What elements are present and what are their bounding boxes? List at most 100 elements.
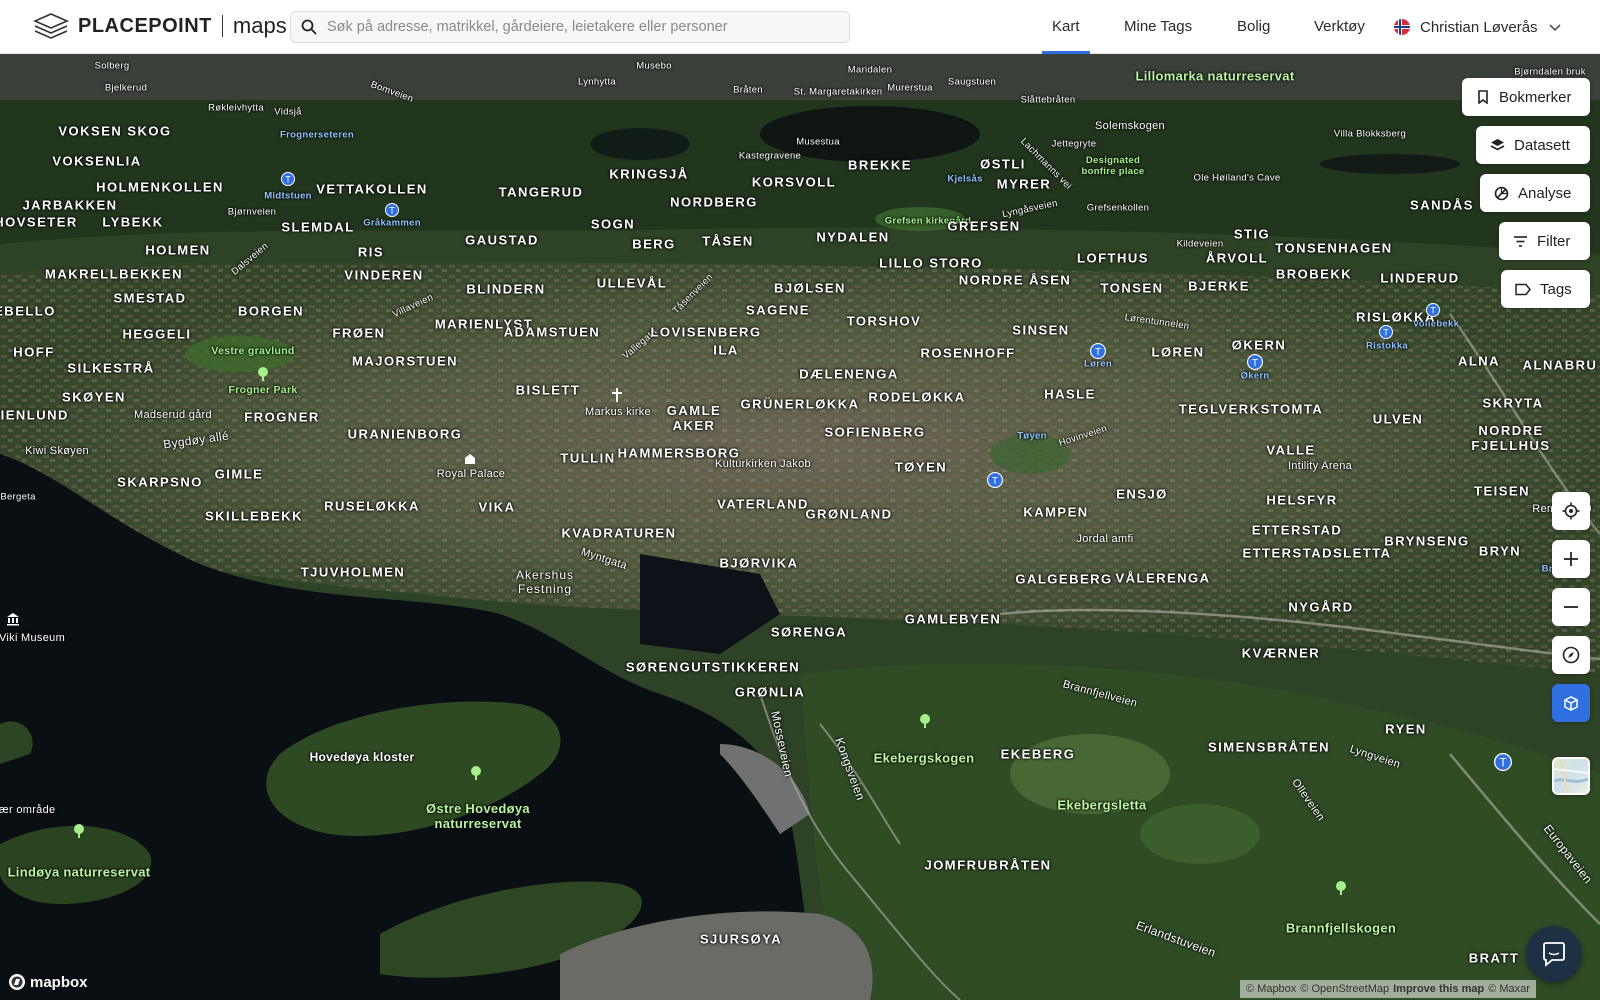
map-label: Ekebergskogen (873, 750, 975, 766)
district-label: ILA (713, 342, 739, 358)
map-label: Solemskogen (1095, 120, 1165, 132)
map-label: Kildeveien (1176, 238, 1224, 250)
district-label: MAKRELLBEKKEN (45, 266, 183, 282)
district-label: TONSENHAGEN (1275, 240, 1393, 256)
map-label: Madserud gård (134, 409, 212, 421)
brand-suffix: maps (232, 13, 287, 38)
map-label: Kiwi Skøyen (25, 445, 89, 457)
district-label: ULLEVÅL (596, 275, 668, 291)
map-label: Bråten (733, 84, 763, 96)
metro-station-icon: T (1494, 753, 1512, 771)
attribution-osm[interactable]: © OpenStreetMap (1300, 983, 1389, 995)
district-label: GRÜNERLØKKA (740, 396, 860, 412)
zoom-out-button[interactable] (1552, 588, 1590, 626)
district-label: SOFIENBERG (824, 424, 926, 440)
map-label: Intility Arena (1287, 460, 1353, 472)
district-label: ØKERN (1231, 337, 1287, 353)
map-attribution: © Mapbox © OpenStreetMap Improve this ma… (1240, 980, 1536, 998)
map-label: Tøyen (1017, 430, 1047, 442)
metro-station-icon: T (1247, 354, 1263, 370)
attribution-mapbox[interactable]: © Mapbox (1246, 983, 1296, 995)
map-label: Bergeta (0, 491, 36, 503)
map-label: Markus kirke (585, 406, 651, 418)
district-label: ROSENHOFF (920, 345, 1016, 361)
district-label: BREKKE (848, 157, 912, 173)
nav-mine-tags[interactable]: Mine Tags (1124, 0, 1192, 54)
filter-button[interactable]: Filter (1499, 222, 1590, 260)
svg-text:T: T (1499, 758, 1506, 770)
tags-button[interactable]: Tags (1501, 270, 1590, 308)
district-label: LINDERUD (1380, 270, 1460, 286)
map-label: Røkleivhytta (208, 102, 264, 114)
district-label: ØSTLI (980, 156, 1026, 172)
brand-logo[interactable]: PLACEPOINT maps (32, 10, 287, 42)
3d-buildings-button[interactable] (1552, 684, 1590, 722)
nav-kart[interactable]: Kart (1042, 0, 1089, 54)
building-3d-icon (1564, 696, 1578, 711)
metro-station-icon: T (1426, 303, 1440, 317)
district-label: MYRER (996, 176, 1052, 192)
svg-text:T: T (1095, 347, 1102, 358)
top-bar: PLACEPOINT maps Kart Mine Tags Bolig Ver… (0, 0, 1600, 54)
map-label: Grefsenkollen (1086, 202, 1150, 214)
analysis-button[interactable]: Analyse (1480, 174, 1590, 212)
search-box[interactable] (290, 11, 850, 43)
norway-flag-icon (1394, 19, 1410, 35)
user-menu[interactable]: Christian Løverås (1394, 0, 1562, 54)
map-label: Saugstuen (947, 76, 997, 88)
attribution-maxar[interactable]: © Maxar (1488, 983, 1530, 995)
district-label: BORGEN (237, 303, 305, 319)
dataset-button[interactable]: Datasett (1476, 126, 1590, 164)
district-label: HOFF (13, 344, 55, 360)
nav-bolig[interactable]: Bolig (1237, 0, 1270, 54)
map-label: Lillomarka naturreservat (1135, 68, 1295, 84)
district-label: VIKA (478, 499, 516, 515)
svg-text:T: T (1252, 358, 1259, 369)
chat-support-button[interactable] (1526, 926, 1582, 982)
locate-button[interactable] (1552, 492, 1590, 530)
district-label: ADAMSTUEN (503, 324, 601, 340)
nav-verktoy[interactable]: Verktøy (1314, 0, 1365, 54)
map-label: Ole Høiland's Cave (1193, 172, 1281, 184)
map-label: Kastegravene (738, 150, 802, 162)
district-label: FIENLUND (0, 407, 69, 423)
map-label: SJURSØYA (699, 931, 783, 947)
search-input[interactable] (327, 19, 847, 35)
district-label: TJUVHOLMEN (300, 564, 406, 580)
map-label: Bjørndalen bruk (1514, 66, 1586, 78)
district-label: EBELLO (0, 303, 56, 319)
district-label: ETTERSTADSLETTA (1242, 545, 1392, 561)
attribution-improve-map[interactable]: Improve this map (1393, 983, 1484, 995)
compass-button[interactable] (1552, 636, 1590, 674)
bookmarks-label: Bokmerker (1499, 88, 1572, 106)
bookmarks-button[interactable]: Bokmerker (1462, 78, 1590, 116)
zoom-in-button[interactable] (1552, 540, 1590, 578)
zoom-in-icon (1564, 552, 1578, 566)
map-label: Akershus Festning (515, 568, 575, 596)
tree-icon (258, 367, 268, 381)
map-label: Løren (1084, 358, 1112, 370)
district-label: GAMLE AKER (666, 403, 722, 433)
district-label: BRATT (1468, 950, 1520, 966)
district-label: FRØEN (332, 325, 386, 341)
district-label: SKILLEBEKK (204, 508, 304, 524)
district-label: SAGENE (746, 302, 810, 318)
district-label: NORDRE FJELLHUS (1471, 423, 1551, 453)
district-label: LOVISENBERG (650, 324, 762, 340)
mapbox-logo[interactable]: mapbox (8, 973, 88, 991)
district-label: ENSJØ (1116, 486, 1168, 502)
tree-icon (920, 714, 930, 728)
mapbox-logo-icon (9, 974, 25, 990)
map-label: Brannfjellskogen (1285, 920, 1397, 936)
district-label: LILLO STORO (879, 255, 983, 271)
district-label: TEGLVERKSTOMTA (1178, 401, 1324, 417)
basemap-switcher[interactable] (1552, 757, 1590, 795)
district-label: SKARPSNO (117, 474, 203, 490)
map-label: Vestre gravlund (211, 345, 295, 357)
user-name: Christian Løverås (1420, 18, 1538, 36)
district-label: HELSFYR (1266, 492, 1338, 508)
district-label: SILKESTRÅ (67, 360, 155, 376)
district-label: BJØRVIKA (719, 555, 799, 571)
map-canvas[interactable]: Solberg Bjelkerud Røkleivhytta Vidsjå Fr… (0, 54, 1600, 1000)
district-label: ALNA (1457, 353, 1501, 369)
